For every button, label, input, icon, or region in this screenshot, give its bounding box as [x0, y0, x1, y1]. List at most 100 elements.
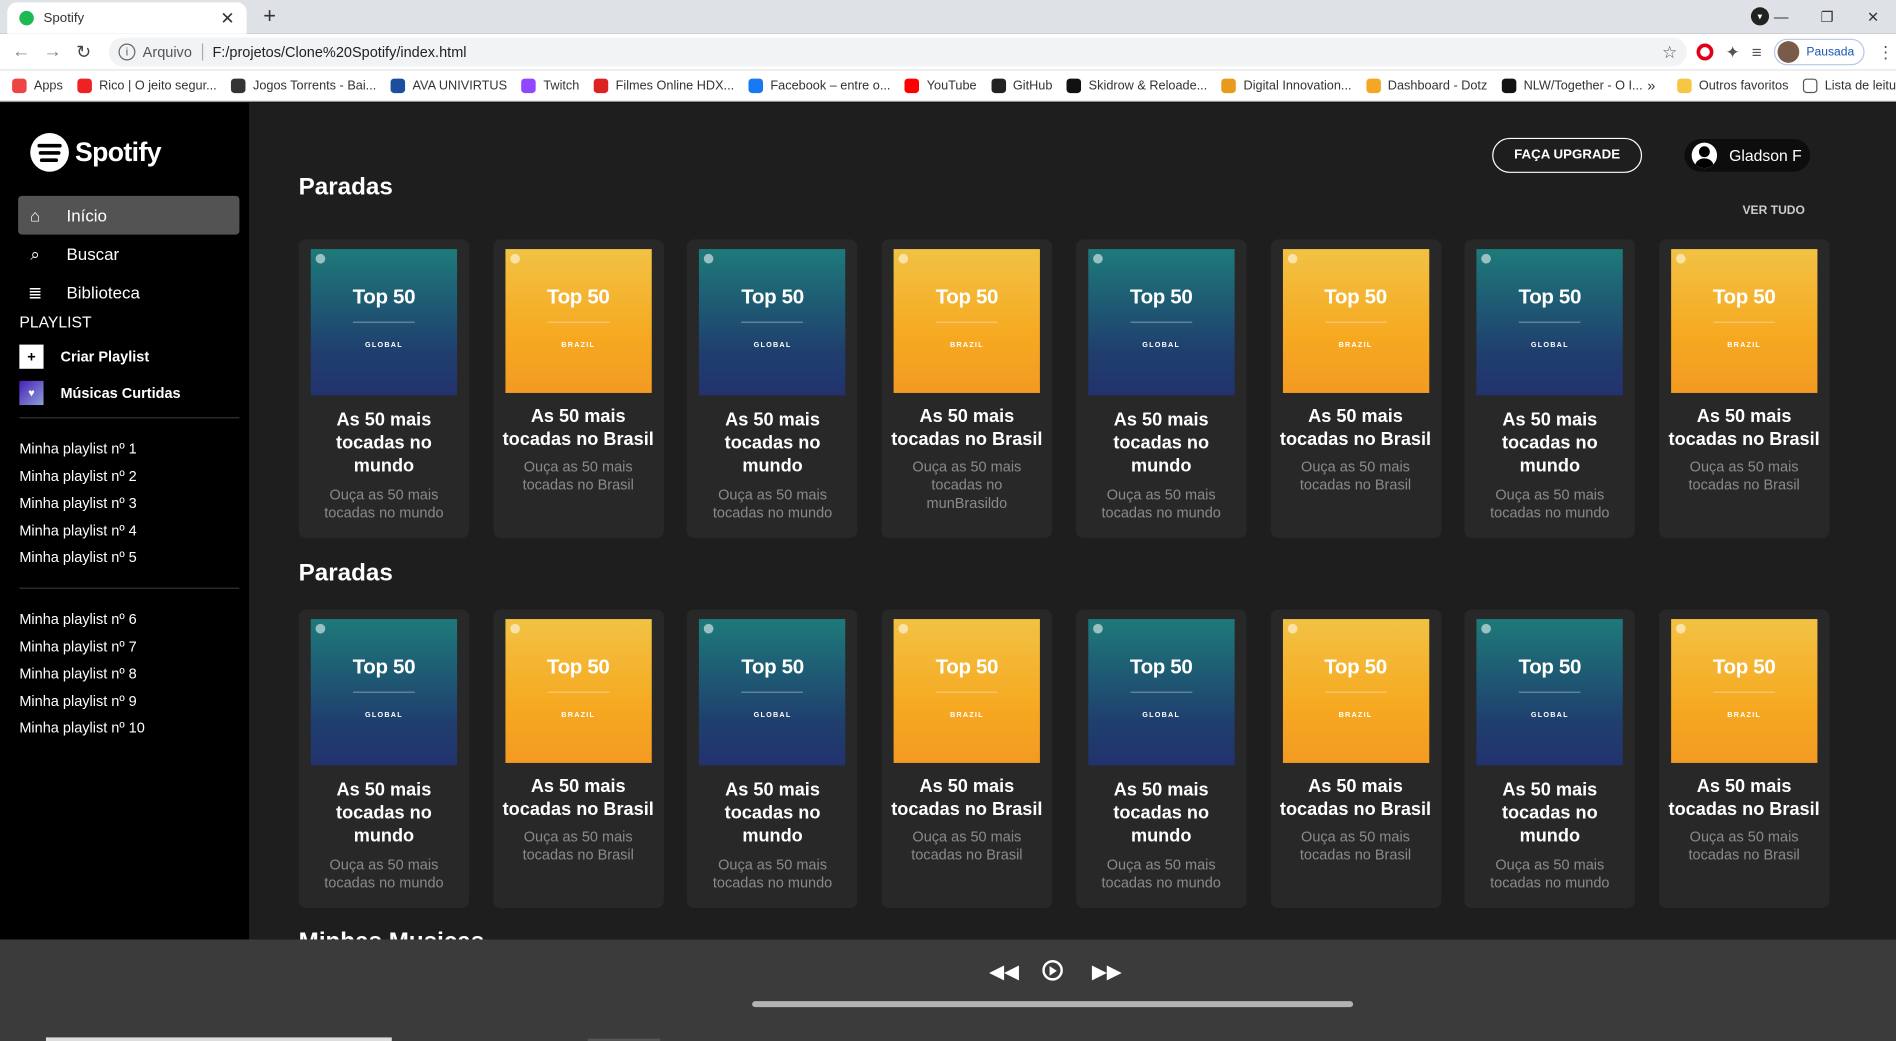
playlist-item[interactable]: Minha playlist nº 10	[19, 715, 144, 742]
restore-icon[interactable]: ❐	[1804, 8, 1850, 25]
playlist-item[interactable]: Minha playlist nº 9	[19, 687, 144, 714]
section-title: Paradas	[298, 559, 393, 587]
cover-subtitle: BRAZIL	[561, 712, 596, 720]
profile-button[interactable]: Pausada	[1773, 38, 1866, 66]
cover-title: Top 50	[352, 655, 416, 679]
bookmark-item[interactable]: Facebook – entre o...	[748, 77, 890, 93]
playlist-item[interactable]: Minha playlist nº 6	[19, 606, 144, 633]
cover-title: Top 50	[1324, 655, 1387, 679]
bookmark-item[interactable]: GitHub	[991, 77, 1052, 93]
spotify-logo[interactable]: Spotify	[30, 133, 162, 172]
other-bookmarks[interactable]: Outros favoritos	[1677, 77, 1788, 93]
media-control-icon[interactable]: ≡	[1752, 42, 1762, 61]
bookmark-item[interactable]: Jogos Torrents - Bai...	[231, 77, 376, 93]
playlist-card[interactable]: Top 50 GLOBAL As 50 mais tocadas no mundo O…	[687, 239, 858, 539]
bookmark-item[interactable]: YouTube	[904, 77, 977, 93]
nav-buscar[interactable]: ⌕ Buscar	[18, 235, 239, 274]
cover-subtitle: BRAZIL	[1727, 712, 1762, 720]
close-tab-icon[interactable]: ✕	[220, 8, 234, 29]
menu-icon[interactable]: ⋮	[1877, 42, 1894, 63]
opera-extension-icon[interactable]	[1696, 43, 1714, 61]
cover-title: Top 50	[935, 655, 999, 679]
playlist-card[interactable]: Top 50 GLOBAL As 50 mais tocadas no mundo O…	[1464, 239, 1636, 539]
playlist-cover: Top 50 GLOBAL	[699, 619, 846, 766]
cover-divider	[547, 321, 610, 323]
bookmark-item[interactable]: Dashboard - Dotz	[1366, 77, 1487, 93]
playlist-card[interactable]: Top 50 GLOBAL As 50 mais tocadas no mundo O…	[1464, 609, 1636, 909]
playlist-item[interactable]: Minha playlist nº 8	[19, 660, 144, 687]
bookmark-item[interactable]: AVA UNIVIRTUS	[390, 77, 507, 93]
playlist-item[interactable]: Minha playlist nº 5	[19, 544, 136, 571]
playlist-card[interactable]: Top 50 BRAZIL As 50 mais tocadas no Brasil…	[1658, 609, 1830, 909]
playlist-card[interactable]: Top 50 BRAZIL As 50 mais tocadas no Brasil…	[881, 609, 1053, 909]
progress-bar[interactable]	[752, 1001, 1354, 1008]
library-icon: ≣	[27, 282, 43, 302]
spotify-mark-icon	[315, 253, 326, 264]
user-menu-button[interactable]: Gladson F	[1684, 139, 1811, 172]
playlist-item[interactable]: Minha playlist nº 2	[19, 462, 136, 489]
bookmark-item[interactable]: Rico | O jeito segur...	[77, 77, 217, 93]
nav-inicio[interactable]: ⌂ Início	[18, 195, 240, 235]
close-window-icon[interactable]: ✕	[1850, 8, 1896, 25]
playlist-item[interactable]: Minha playlist nº 3	[19, 490, 136, 517]
fast-forward-icon[interactable]: ▶▶	[1092, 960, 1122, 983]
nav-biblioteca[interactable]: ≣ Biblioteca	[18, 273, 239, 312]
extensions-icon[interactable]: ✦	[1726, 42, 1740, 63]
playlist-card[interactable]: Top 50 BRAZIL As 50 mais tocadas no Brasil…	[492, 609, 664, 909]
see-all-link[interactable]: VER TUDO	[1742, 204, 1804, 217]
site-info-icon[interactable]: i	[118, 43, 136, 61]
address-url[interactable]: F:/projetos/Clone%20Spotify/index.html	[212, 44, 466, 61]
playlist-card[interactable]: Top 50 GLOBAL As 50 mais tocadas no mundo O…	[298, 239, 470, 539]
bookmark-item[interactable]: Filmes Online HDX...	[593, 77, 734, 93]
playlist-item[interactable]: Minha playlist nº 1	[19, 435, 136, 462]
browser-toolbar: ← → ↻ i Arquivo F:/projetos/Clone%20Spot…	[0, 33, 1896, 71]
liked-songs-button[interactable]: ♥ Músicas Curtidas	[19, 380, 181, 406]
new-tab-button[interactable]: +	[256, 5, 283, 29]
browser-tab[interactable]: Spotify ✕	[7, 2, 247, 34]
playlist-card[interactable]: Top 50 GLOBAL As 50 mais tocadas no mundo O…	[298, 609, 470, 909]
playlist-card[interactable]: Top 50 GLOBAL As 50 mais tocadas no mundo O…	[687, 609, 858, 909]
forward-icon[interactable]: →	[44, 41, 62, 62]
playlist-card[interactable]: Top 50 BRAZIL As 50 mais tocadas no Brasil…	[492, 239, 664, 539]
cover-divider	[936, 691, 998, 693]
play-button[interactable]	[1042, 960, 1063, 981]
spotify-mark-icon	[509, 623, 520, 634]
playlist-list: Minha playlist nº 1 Minha playlist nº 2 Mi…	[19, 435, 136, 571]
cover-subtitle: GLOBAL	[364, 342, 403, 350]
card-title: As 50 mais tocadas no mundo	[724, 779, 821, 847]
card-title: As 50 mais tocadas no mundo	[724, 409, 821, 477]
playlist-card[interactable]: Top 50 BRAZIL As 50 mais tocadas no Brasil…	[1270, 239, 1441, 539]
playlist-card[interactable]: Top 50 GLOBAL As 50 mais tocadas no mundo O…	[1075, 239, 1247, 539]
playlist-card[interactable]: Top 50 BRAZIL As 50 mais tocadas no Brasil…	[881, 239, 1053, 539]
minimize-icon[interactable]: —	[1758, 8, 1804, 25]
playlist-cover: Top 50 BRAZIL	[505, 249, 652, 393]
bookmark-item[interactable]: Twitch	[521, 77, 579, 93]
card-subtitle: Ouça as 50 mais tocadas no mundo	[1101, 856, 1221, 892]
spotify-mark-icon	[1092, 623, 1103, 634]
playlist-item[interactable]: Minha playlist nº 4	[19, 517, 136, 544]
bookmark-item[interactable]: NLW/Together - O I...	[1501, 77, 1643, 93]
playlist-cover: Top 50 GLOBAL	[310, 619, 458, 766]
bookmarks-more-button[interactable]: »	[1647, 77, 1655, 94]
rewind-icon[interactable]: ◀◀	[989, 960, 1019, 983]
playlist-card[interactable]: Top 50 GLOBAL As 50 mais tocadas no mundo O…	[1075, 609, 1247, 909]
address-bar[interactable]: i Arquivo F:/projetos/Clone%20Spotify/in…	[108, 37, 1687, 67]
cover-subtitle: GLOBAL	[364, 712, 403, 720]
upgrade-button[interactable]: FAÇA UPGRADE	[1492, 137, 1643, 173]
create-playlist-button[interactable]: + Criar Playlist	[19, 344, 149, 369]
heart-icon: ♥	[19, 380, 44, 406]
playlist-card[interactable]: Top 50 BRAZIL As 50 mais tocadas no Brasil…	[1658, 239, 1830, 539]
bookmark-favicon-icon	[1366, 77, 1381, 93]
bookmark-star-icon[interactable]: ☆	[1662, 42, 1677, 63]
reload-icon[interactable]: ↻	[76, 41, 91, 63]
bookmark-item[interactable]: Apps	[12, 77, 63, 93]
reading-list[interactable]: Lista de leitu	[1802, 77, 1896, 93]
bookmark-item[interactable]: Skidrow & Reloade...	[1066, 77, 1207, 93]
back-icon[interactable]: ←	[12, 41, 30, 62]
playlist-item[interactable]: Minha playlist nº 7	[19, 633, 144, 660]
card-title: As 50 mais tocadas no Brasil	[502, 406, 654, 450]
cover-subtitle: BRAZIL	[1338, 712, 1373, 720]
bookmark-item[interactable]: Digital Innovation...	[1221, 77, 1352, 93]
spotify-mark-icon	[1675, 253, 1686, 264]
playlist-card[interactable]: Top 50 BRAZIL As 50 mais tocadas no Brasil…	[1270, 609, 1441, 909]
